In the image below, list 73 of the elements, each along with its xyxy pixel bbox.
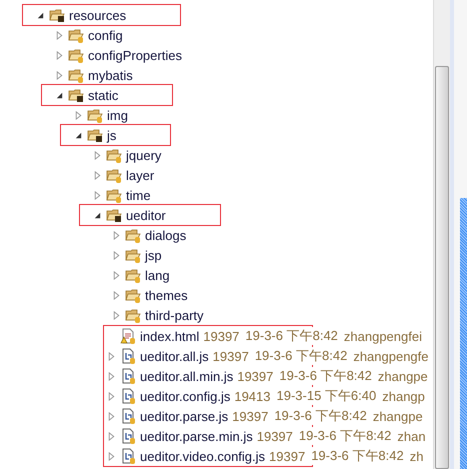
folder-icon [106, 167, 122, 183]
file-author: zhan [397, 428, 426, 444]
file-revision: 19397 [269, 448, 306, 464]
folder-name[interactable]: time [126, 188, 151, 202]
folder-name[interactable]: themes [145, 288, 188, 302]
file-author: zhangp [382, 388, 425, 404]
folder-icon [68, 47, 84, 63]
script-file-icon [120, 348, 136, 364]
folder-icon [68, 27, 84, 43]
html-file-icon [120, 328, 136, 344]
script-file-icon [120, 368, 136, 384]
script-file-icon [120, 448, 136, 464]
folder-name[interactable]: resources [69, 8, 126, 22]
file-revision: 19397 [256, 428, 293, 444]
folder-icon [125, 267, 141, 283]
script-file-icon [120, 408, 136, 424]
file-revision: 19397 [232, 408, 268, 424]
file-name[interactable]: ueditor.all.js [140, 348, 209, 364]
folder-icon [68, 87, 84, 103]
file-revision: 19397 [203, 328, 240, 344]
folder-name[interactable]: static [88, 88, 118, 102]
folder-name[interactable]: lang [145, 268, 170, 282]
folder-name[interactable]: config [88, 28, 123, 42]
folder-icon [106, 207, 122, 223]
file-author: zh [410, 448, 424, 464]
file-name[interactable]: ueditor.parse.min.js [140, 428, 253, 444]
expand-arrow-icon[interactable] [36, 10, 44, 20]
file-name[interactable]: ueditor.parse.js [140, 408, 228, 424]
folder-icon [106, 187, 122, 203]
folder-icon [87, 107, 103, 123]
folder-name[interactable]: ueditor [126, 208, 166, 222]
expand-arrow-icon[interactable] [74, 130, 82, 140]
file-date: 19-3-6 下午8:42 [311, 447, 404, 465]
folder-name[interactable]: js [107, 128, 116, 142]
folder-icon [87, 127, 103, 143]
folder-name[interactable]: layer [126, 168, 154, 182]
folder-icon [125, 247, 141, 263]
file-date: 19-3-6 下午8:42 [298, 427, 392, 445]
folder-icon [125, 307, 141, 323]
file-author: zhangpe [378, 368, 428, 384]
file-revision: 19397 [237, 368, 274, 384]
file-name[interactable]: ueditor.config.js [140, 388, 230, 404]
folder-icon [125, 287, 141, 303]
file-author: zhangpengfe [353, 348, 428, 364]
script-file-icon [120, 388, 136, 404]
folder-name[interactable]: jsp [145, 248, 162, 262]
folder-name[interactable]: third-party [145, 308, 204, 322]
file-date: 19-3-6 下午8:42 [279, 367, 372, 385]
file-name[interactable]: ueditor.video.config.js [140, 448, 266, 464]
file-name[interactable]: ueditor.all.min.js [140, 368, 234, 384]
folder-name[interactable]: jquery [126, 148, 162, 162]
file-date: 19-3-6 下午8:42 [254, 347, 348, 365]
expand-arrow-icon[interactable] [54, 90, 64, 100]
file-author: zhangpengfei [344, 328, 422, 344]
file-date: 19-3-6 下午8:42 [274, 407, 367, 425]
expand-arrow-icon[interactable] [92, 210, 102, 220]
file-revision: 19397 [212, 348, 249, 364]
file-revision: 19413 [234, 388, 270, 404]
folder-icon [68, 67, 84, 83]
scrollbar[interactable] [433, 0, 450, 469]
folder-name[interactable]: img [107, 108, 128, 122]
folder-name[interactable]: configProperties [88, 48, 182, 62]
file-name[interactable]: index.html [140, 328, 200, 344]
folder-icon [49, 7, 65, 23]
scrollbar-thumb[interactable] [435, 66, 449, 469]
file-date: 19-3-15 下午6:40 [276, 387, 376, 405]
file-date: 19-3-6 下午8:42 [245, 327, 338, 345]
folder-icon [106, 147, 122, 163]
folder-name[interactable]: dialogs [145, 228, 186, 242]
file-author: zhangpe [372, 408, 423, 424]
folder-icon [125, 227, 141, 243]
folder-name[interactable]: mybatis [88, 68, 133, 82]
script-file-icon [120, 428, 136, 444]
